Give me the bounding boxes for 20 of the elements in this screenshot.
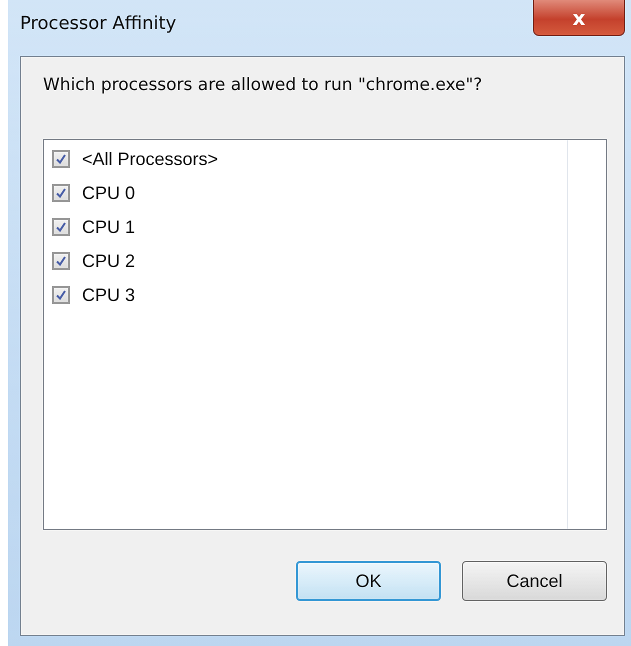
processor-label[interactable]: <All Processors> bbox=[82, 148, 218, 170]
checkbox[interactable] bbox=[52, 252, 70, 270]
close-button[interactable]: x bbox=[533, 0, 625, 36]
processor-label[interactable]: CPU 2 bbox=[82, 250, 136, 272]
check-icon bbox=[55, 255, 67, 267]
checkbox[interactable] bbox=[52, 286, 70, 304]
check-icon bbox=[55, 187, 67, 199]
question-text: Which processors are allowed to run "chrome.exe"? bbox=[43, 75, 484, 95]
window-title: Processor Affinity bbox=[20, 13, 176, 34]
processor-label[interactable]: CPU 3 bbox=[82, 284, 136, 306]
cancel-button[interactable]: Cancel bbox=[462, 561, 607, 601]
check-icon bbox=[55, 221, 67, 233]
check-icon bbox=[55, 153, 67, 165]
processor-label[interactable]: CPU 0 bbox=[82, 182, 136, 204]
ok-button[interactable]: OK bbox=[296, 561, 441, 601]
checkbox[interactable] bbox=[52, 150, 70, 168]
check-icon bbox=[55, 289, 67, 301]
checkbox[interactable] bbox=[52, 218, 70, 236]
processor-label[interactable]: CPU 1 bbox=[82, 216, 136, 238]
checkbox[interactable] bbox=[52, 184, 70, 202]
